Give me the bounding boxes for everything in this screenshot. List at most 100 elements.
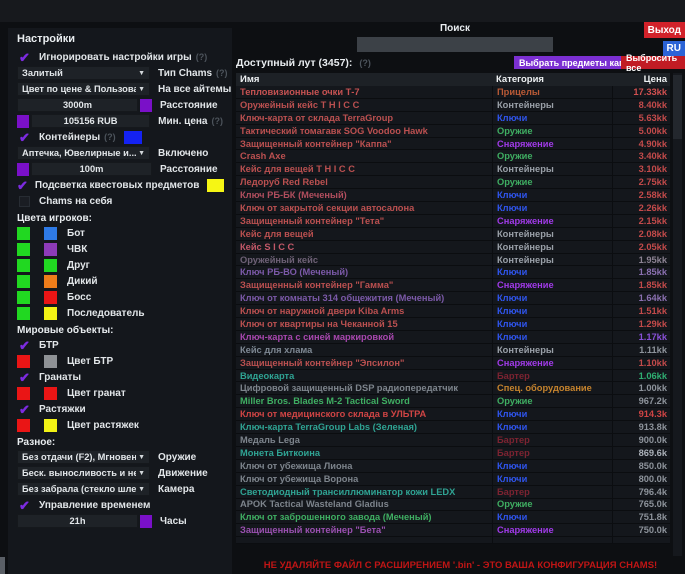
table-row[interactable]: Ключ-карта от склада TerraGroup Ключи 5.… — [236, 112, 670, 125]
checkbox-checked-icon[interactable]: ✔ — [17, 178, 28, 192]
color-swatch[interactable] — [44, 243, 57, 256]
loot-rows: Тепловизионные очки Т-7 Прицелы 17.33kk … — [236, 86, 670, 544]
loot-filter-value: Аптечка, Ювелирные и... — [22, 148, 136, 158]
drop-all-button[interactable]: Выбросить все — [621, 56, 685, 69]
color-row-label: Последователь — [67, 308, 145, 319]
scrollbar-thumb[interactable] — [673, 75, 682, 139]
table-row[interactable]: Ключ от медицинского склада в УЛЬТРА Клю… — [236, 408, 670, 421]
color-swatch[interactable] — [17, 307, 30, 320]
table-row[interactable]: Ключ РБ-БК (Меченый) Ключи 2.58kk — [236, 189, 670, 202]
color-swatch[interactable] — [124, 131, 142, 144]
color-swatch[interactable] — [17, 355, 30, 368]
color-swatch[interactable] — [207, 179, 224, 192]
table-row[interactable]: Защищенный контейнер "Тета" Снаряжение 2… — [236, 215, 670, 228]
exit-button[interactable]: Выход — [644, 22, 685, 38]
table-row[interactable]: APOK Tactical Wasteland Gladius Оружие 7… — [236, 499, 670, 512]
item-category: Ключи — [492, 266, 612, 278]
movement-dropdown[interactable]: Беск. выносливость и нет уста ▼ — [17, 466, 150, 480]
weapon-dropdown[interactable]: Без отдачи (F2), Мгновенное п ▼ — [17, 450, 150, 464]
table-row[interactable]: Кейс S I C C Контейнеры 2.05kk — [236, 241, 670, 254]
search-input[interactable] — [357, 37, 553, 52]
table-row[interactable]: Тактический томагавк SOG Voodoo Hawk Ору… — [236, 125, 670, 138]
item-name: APOK Tactical Wasteland Gladius — [236, 499, 492, 509]
table-row[interactable]: Crash Axe Оружие 3.40kk — [236, 150, 670, 163]
table-row[interactable]: Ключ от убежища Лиона Ключи 850.0k — [236, 460, 670, 473]
table-row[interactable]: Защищенный контейнер "Гамма" Снаряжение … — [236, 279, 670, 292]
table-row[interactable]: Ледоруб Red Rebel Оружие 2.75kk — [236, 176, 670, 189]
resize-handle[interactable] — [0, 557, 5, 574]
table-row[interactable]: Оружейный кейс T H I C C Контейнеры 8.40… — [236, 99, 670, 112]
item-category: Ключи — [492, 408, 612, 420]
table-row[interactable]: Кейс для вещей T H I C C Контейнеры 3.10… — [236, 163, 670, 176]
table-row[interactable]: Ключ РБ-ВО (Меченый) Ключи 1.85kk — [236, 266, 670, 279]
color-row-label: Цвет растяжек — [67, 420, 139, 431]
self-chams-row: Chams на себя — [17, 193, 223, 209]
color-setting-row: Дикий — [17, 273, 223, 289]
color-swatch[interactable] — [17, 115, 29, 128]
table-scrollbar[interactable] — [673, 73, 682, 556]
column-header-name[interactable]: Имя — [236, 74, 492, 85]
color-swatch[interactable] — [17, 291, 30, 304]
table-row[interactable]: Защищенный контейнер "Бета" Снаряжение 7… — [236, 524, 670, 537]
color-swatch[interactable] — [44, 307, 57, 320]
checkbox-checked-icon[interactable]: ✔ — [17, 50, 32, 64]
min-price-input[interactable]: 105156 RUB — [31, 114, 150, 128]
column-header-category[interactable]: Категория — [492, 73, 612, 86]
color-swatch[interactable] — [44, 227, 57, 240]
loot-distance-input[interactable]: 100m — [31, 162, 152, 176]
color-swatch[interactable] — [17, 243, 30, 256]
table-row[interactable]: Ключ от заброшенного завода (Меченый) Кл… — [236, 511, 670, 524]
table-row[interactable]: Защищенный контейнер "Каппа" Снаряжение … — [236, 138, 670, 151]
color-swatch[interactable] — [17, 419, 30, 432]
table-row[interactable]: Кейс для хлама Контейнеры 1.11kk — [236, 344, 670, 357]
chams-color-dropdown[interactable]: Цвет по цене & Пользователь ▼ — [17, 82, 150, 96]
checkbox-checked-icon[interactable]: ✔ — [17, 338, 32, 352]
color-swatch[interactable] — [44, 419, 57, 432]
table-row[interactable]: Оружейный кейс Контейнеры 1.95kk — [236, 254, 670, 267]
color-swatch[interactable] — [44, 387, 57, 400]
checkbox-checked-icon[interactable]: ✔ — [17, 402, 32, 416]
color-swatch[interactable] — [17, 387, 30, 400]
table-row[interactable]: Видеокарта Бартер 1.06kk — [236, 370, 670, 383]
color-swatch[interactable] — [17, 275, 30, 288]
color-swatch[interactable] — [44, 355, 57, 368]
settings-title: Настройки — [17, 33, 223, 49]
table-row[interactable]: Ключ от закрытой секции автосалона Ключи… — [236, 202, 670, 215]
table-row[interactable] — [236, 537, 670, 544]
checkbox-checked-icon[interactable]: ✔ — [17, 130, 32, 144]
table-row[interactable]: Цифровой защищенный DSP радиопередатчик … — [236, 382, 670, 395]
checkbox-unchecked-icon[interactable] — [19, 196, 30, 207]
table-row[interactable]: Светодиодный трансиллюминатор кожи LEDX … — [236, 486, 670, 499]
color-swatch[interactable] — [44, 291, 57, 304]
distance-input[interactable]: 3000m — [17, 98, 138, 112]
color-swatch[interactable] — [17, 227, 30, 240]
color-swatch[interactable] — [140, 99, 152, 112]
table-row[interactable]: Ключ от убежища Ворона Ключи 800.0k — [236, 473, 670, 486]
color-swatch[interactable] — [17, 163, 29, 176]
chams-type-dropdown[interactable]: Залитый ▼ — [17, 66, 150, 80]
color-swatch[interactable] — [140, 515, 152, 528]
loot-filter-dropdown[interactable]: Аптечка, Ювелирные и... ▼ — [17, 146, 150, 160]
color-setting-row: Цвет растяжек — [17, 417, 223, 433]
color-swatch[interactable] — [17, 259, 30, 272]
color-swatch[interactable] — [44, 275, 57, 288]
table-row[interactable]: Медаль Lega Бартер 900.0k — [236, 434, 670, 447]
camera-dropdown[interactable]: Без забрала (стекло шлема) ▼ — [17, 482, 150, 496]
column-header-price[interactable]: Цена — [612, 73, 670, 86]
table-row[interactable]: Защищенный контейнер "Эпсилон" Снаряжени… — [236, 357, 670, 370]
item-category: Ключи — [492, 511, 612, 523]
table-row[interactable]: Ключ от комнаты 314 общежития (Меченый) … — [236, 292, 670, 305]
hours-input[interactable]: 21h — [17, 514, 138, 528]
checkbox-checked-icon[interactable]: ✔ — [17, 370, 32, 384]
table-row[interactable]: Ключ-карта TerraGroup Labs (Зеленая) Клю… — [236, 421, 670, 434]
table-row[interactable]: Ключ от наружной двери Kiba Arms Ключи 1… — [236, 305, 670, 318]
checkbox-checked-icon[interactable]: ✔ — [17, 498, 32, 512]
table-row[interactable]: Монета Биткоина Бартер 869.6k — [236, 447, 670, 460]
table-row[interactable]: Ключ-карта с синей маркировкой Ключи 1.1… — [236, 331, 670, 344]
table-row[interactable]: Тепловизионные очки Т-7 Прицелы 17.33kk — [236, 86, 670, 99]
color-swatch[interactable] — [44, 259, 57, 272]
table-row[interactable]: Miller Bros. Blades M-2 Tactical Sword О… — [236, 395, 670, 408]
table-row[interactable]: Ключ от квартиры на Чеканной 15 Ключи 1.… — [236, 318, 670, 331]
table-row[interactable]: Кейс для вещей Контейнеры 2.08kk — [236, 228, 670, 241]
item-category: Снаряжение — [492, 215, 612, 227]
